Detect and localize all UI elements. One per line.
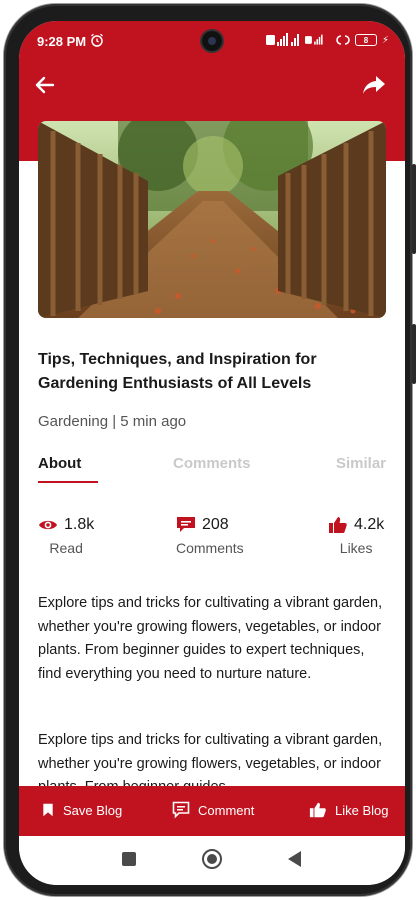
comment-icon [172, 801, 190, 819]
save-blog-button[interactable]: Save Blog [41, 801, 122, 819]
system-navigation-bar [19, 836, 405, 885]
bottom-action-bar: Save Blog Comment Like Blog [19, 786, 405, 836]
comments-label: Comments [176, 540, 244, 556]
home-button[interactable] [202, 849, 222, 869]
status-icons: 8 ⚡ [265, 33, 389, 47]
signal-icon [265, 33, 299, 46]
back-arrow-icon[interactable] [33, 73, 57, 97]
bookmark-icon [43, 803, 53, 817]
recents-button[interactable] [122, 852, 136, 866]
stat-reads: 1.8k Read [38, 516, 94, 556]
front-camera [202, 31, 222, 51]
garden-path-image [38, 121, 386, 318]
comment-icon [177, 517, 195, 532]
share-icon[interactable] [361, 73, 387, 97]
hero-image [38, 121, 386, 318]
phone-frame: 9:28 PM 8 ⚡ Tips, Techniques, and Inspir… [4, 4, 416, 896]
tab-similar[interactable]: Similar [336, 455, 386, 472]
comments-count: 208 [202, 516, 229, 533]
stat-likes: 4.2k Likes [328, 516, 384, 556]
thumbs-up-icon [329, 517, 347, 533]
thumbs-up-icon [309, 802, 326, 818]
active-tab-indicator [38, 481, 98, 483]
status-bar: 9:28 PM 8 ⚡ [19, 21, 405, 61]
power-button [412, 324, 416, 384]
likes-label: Likes [339, 540, 373, 556]
tab-comments[interactable]: Comments [173, 455, 251, 472]
volume-button [412, 164, 416, 254]
article-meta: Gardening | 5 min ago [38, 413, 187, 430]
screen: 9:28 PM 8 ⚡ Tips, Techniques, and Inspir… [19, 21, 405, 885]
signal-icon [304, 34, 323, 45]
link-icon [336, 35, 350, 45]
comment-button[interactable]: Comment [172, 801, 254, 819]
reads-count: 1.8k [64, 516, 95, 533]
reads-label: Read [49, 540, 83, 556]
article-title: Tips, Techniques, and Inspiration for Ga… [38, 351, 317, 392]
status-time: 9:28 PM [37, 34, 87, 49]
body-paragraph: Explore tips and tricks for cultivating … [38, 595, 383, 682]
save-blog-label: Save Blog [63, 802, 123, 818]
likes-count: 4.2k [354, 516, 385, 533]
stat-comments: 208 Comments [176, 516, 244, 556]
system-back-button[interactable] [288, 851, 301, 867]
comment-label: Comment [198, 802, 255, 818]
battery-icon: 8 [354, 34, 377, 46]
tab-bar: About Comments Similar [38, 455, 386, 485]
tab-about[interactable]: About [38, 455, 81, 472]
like-blog-label: Like Blog [335, 802, 389, 818]
alarm-icon [91, 33, 103, 47]
eye-icon [39, 520, 57, 530]
charging-icon: ⚡ [381, 34, 389, 46]
like-blog-button[interactable]: Like Blog [309, 801, 388, 819]
